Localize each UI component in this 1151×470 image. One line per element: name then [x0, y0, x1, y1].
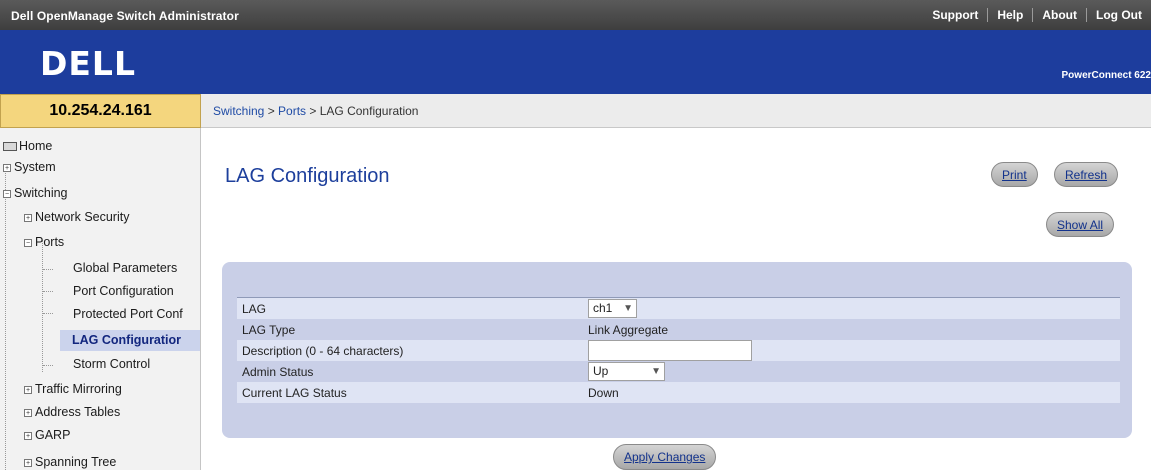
breadcrumb-separator: >: [264, 104, 279, 118]
sidebar-item-system[interactable]: + System: [3, 160, 56, 174]
support-link[interactable]: Support: [923, 8, 987, 22]
sidebar-item-port-configuration[interactable]: Port Configuration: [73, 284, 174, 298]
sidebar-item-label: Home: [19, 139, 53, 153]
tree-branch: [43, 313, 53, 314]
tree-branch: [43, 291, 53, 292]
sidebar-item-protected-port[interactable]: Protected Port Conf: [73, 307, 183, 321]
product-name: PowerConnect 622: [1061, 70, 1151, 81]
sidebar-nav: Home + System − Switching + Network Securit…: [0, 128, 201, 470]
page-title: LAG Configuration: [225, 165, 390, 187]
log-out-link[interactable]: Log Out: [1086, 8, 1151, 22]
chevron-down-icon: ▼: [651, 366, 661, 377]
banner: DELL PowerConnect 622: [0, 30, 1151, 94]
sidebar-item-global-parameters[interactable]: Global Parameters: [73, 261, 177, 275]
expand-icon: +: [24, 409, 32, 417]
sidebar-item-label: GARP: [35, 428, 71, 442]
sidebar-item-ports[interactable]: − Ports: [24, 235, 64, 249]
sidebar-item-home[interactable]: Home: [3, 139, 52, 153]
breadcrumb: Switching > Ports > LAG Configuration: [201, 94, 1151, 128]
breadcrumb-separator: >: [306, 104, 320, 118]
apply-changes-button[interactable]: Apply Changes: [613, 444, 717, 470]
expand-icon: +: [24, 214, 32, 222]
current-status-value: Down: [588, 386, 619, 400]
expand-icon: +: [24, 459, 32, 467]
lag-config-panel: LAG ch1 ▼ LAG Type Link Aggregate Descri…: [222, 262, 1132, 438]
breadcrumb-switching[interactable]: Switching: [213, 104, 264, 118]
form-row-lag-type: LAG Type Link Aggregate: [237, 319, 1120, 340]
tree-branch: [43, 365, 53, 366]
form-row-admin-status: Admin Status Up ▼: [237, 361, 1120, 382]
chevron-down-icon: ▼: [623, 303, 633, 314]
lag-select[interactable]: ch1 ▼: [588, 299, 637, 318]
sidebar-item-label: Port Configuration: [73, 284, 174, 298]
sidebar-item-lag-configuration[interactable]: LAG Configuratior: [60, 330, 200, 351]
sidebar-item-switching[interactable]: − Switching: [3, 186, 68, 200]
breadcrumb-ports[interactable]: Ports: [278, 104, 306, 118]
main-content: LAG Configuration Print Refresh Show All…: [201, 128, 1151, 470]
top-links: Support Help About Log Out: [923, 0, 1151, 30]
sidebar-item-label: Storm Control: [73, 357, 151, 371]
sidebar-item-garp[interactable]: + GARP: [24, 428, 70, 442]
sidebar-item-label: Address Tables: [35, 405, 121, 419]
admin-status-label: Admin Status: [242, 365, 314, 379]
sidebar-item-label: Network Security: [35, 210, 130, 224]
sidebar-item-label: Protected Port Conf: [73, 307, 183, 321]
sidebar-item-traffic-mirroring[interactable]: + Traffic Mirroring: [24, 382, 122, 396]
sidebar-item-label: Switching: [14, 186, 68, 200]
lag-config-table: LAG ch1 ▼ LAG Type Link Aggregate Descri…: [237, 297, 1120, 403]
form-row-lag: LAG ch1 ▼: [237, 298, 1120, 319]
lag-select-value: ch1: [593, 301, 613, 315]
refresh-button[interactable]: Refresh: [1054, 162, 1119, 187]
expand-icon: +: [24, 386, 32, 394]
help-link[interactable]: Help: [987, 8, 1032, 22]
collapse-icon: −: [24, 239, 32, 247]
about-link[interactable]: About: [1032, 8, 1086, 22]
breadcrumb-current: LAG Configuration: [319, 104, 419, 118]
sidebar-item-storm-control[interactable]: Storm Control: [73, 357, 150, 371]
dell-logo: DELL: [40, 44, 136, 83]
sidebar-item-label: Traffic Mirroring: [35, 382, 122, 396]
print-button[interactable]: Print: [991, 162, 1038, 187]
admin-status-value: Up: [593, 364, 609, 378]
lag-label: LAG: [242, 302, 267, 316]
app-title: Dell OpenManage Switch Administrator: [11, 9, 239, 23]
sidebar-item-address-tables[interactable]: + Address Tables: [24, 405, 120, 419]
sidebar-item-label: LAG Configuratior: [72, 333, 182, 347]
sidebar-item-label: System: [14, 160, 56, 174]
lag-type-label: LAG Type: [242, 323, 296, 337]
collapse-icon: −: [3, 190, 11, 198]
lag-type-value: Link Aggregate: [588, 323, 669, 337]
show-all-button[interactable]: Show All: [1046, 212, 1115, 237]
form-row-current-status: Current LAG Status Down: [237, 382, 1120, 403]
expand-icon: +: [24, 432, 32, 440]
description-label: Description (0 - 64 characters): [242, 344, 404, 358]
admin-status-select[interactable]: Up ▼: [588, 362, 665, 381]
top-bar: Dell OpenManage Switch Administrator Sup…: [0, 0, 1151, 30]
sidebar-item-network-security[interactable]: + Network Security: [24, 210, 129, 224]
description-field[interactable]: [588, 340, 752, 361]
sidebar-item-label: Global Parameters: [73, 261, 178, 275]
tree-line: [5, 164, 6, 470]
sidebar-item-label: Spanning Tree: [35, 455, 117, 469]
sidebar-item-spanning-tree[interactable]: + Spanning Tree: [24, 455, 116, 469]
tree-line: [42, 240, 43, 372]
home-icon: [3, 142, 17, 151]
sidebar-item-label: Ports: [35, 235, 65, 249]
expand-icon: +: [3, 164, 11, 172]
ip-address: 10.254.24.161: [0, 94, 201, 128]
tree-branch: [43, 269, 53, 270]
form-row-description: Description (0 - 64 characters): [237, 340, 1120, 361]
current-status-label: Current LAG Status: [242, 386, 347, 400]
